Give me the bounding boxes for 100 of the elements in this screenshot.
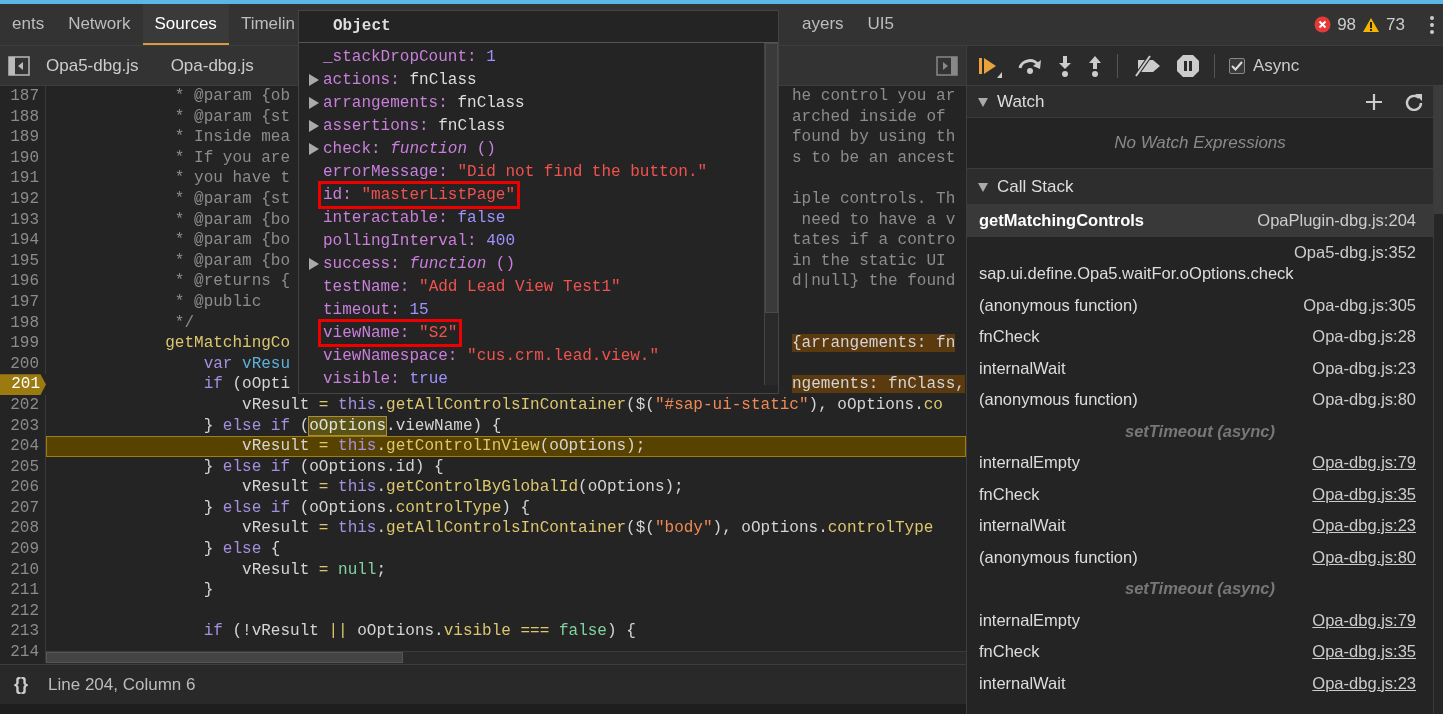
async-checkbox[interactable] [1229,57,1245,74]
add-icon[interactable] [1365,92,1383,111]
call-frame[interactable]: internalWait Opa-dbg.js:23 [967,352,1433,384]
source-link[interactable]: Opa-dbg.js:23 [1312,672,1416,694]
scrollbar-thumb[interactable] [46,652,403,663]
file-tab[interactable]: Opa5-dbg.js [30,52,155,79]
refresh-icon[interactable] [1405,92,1423,111]
line-number: 199 [0,333,46,354]
deactivate-breakpoints-icon[interactable] [1132,53,1162,78]
file-tab[interactable]: Opa-dbg.js [154,52,270,79]
more-menu-icon[interactable] [1429,14,1435,35]
line-number: 196 [0,271,46,292]
object-property: check: function () [322,138,497,160]
expand-icon[interactable] [307,95,321,110]
scrollbar-thumb[interactable] [765,43,778,313]
expand-icon[interactable] [307,118,321,133]
function-name: (anonymous function) [979,294,1138,316]
source-location: Opa5-dbg.js:352 [1294,241,1416,263]
code-line: iple controls. Th [791,188,957,210]
call-frame[interactable]: (anonymous function) Opa-dbg.js:80 [967,384,1433,416]
object-property: _stackDropCount: 1 [322,46,497,68]
line-number: 206 [0,477,46,498]
line-number: 211 [0,580,46,601]
call-frame[interactable]: internalWait Opa-dbg.js:23 [967,510,1433,542]
line-number: 210 [0,559,46,581]
source-link[interactable]: Opa-dbg.js:35 [1312,483,1416,505]
function-name: internalEmpty [979,609,1080,631]
source-link[interactable]: Opa-dbg.js:23 [1312,515,1416,537]
line-number: 192 [0,188,46,210]
source-location: Opa-dbg.js:23 [1312,357,1416,379]
call-frame[interactable]: fnCheck Opa-dbg.js:35 [967,478,1433,510]
line-number: 189 [0,127,46,148]
panel-tab[interactable]: ents [0,4,57,45]
code-line: } [202,580,214,601]
call-frame[interactable]: (anonymous function) Opa-dbg.js:80 [967,541,1433,573]
collapse-icon[interactable] [977,180,989,193]
line-number: 212 [0,600,46,622]
code-line: d|null} the found [791,271,957,292]
panel-tab[interactable]: Network [56,4,143,45]
expand-icon[interactable] [307,72,321,87]
popover-title: Object [299,11,778,43]
code-line: vResult = this.getAllControlsInContainer($("body"), oOptions.controlType [241,518,934,540]
code-line: var vResu [202,353,291,375]
code-line: arched inside of [791,106,947,128]
source-location: Opa-dbg.js:305 [1303,294,1416,316]
error-count: 98 [1337,13,1357,36]
panel-tab[interactable]: Sources [142,4,229,45]
sidebar-toggle-icon[interactable] [8,55,30,76]
source-location: Opa-dbg.js:28 [1312,326,1416,347]
call-frame[interactable]: getMatchingControls OpaPlugin-dbg.js:204 [967,205,1433,237]
expand-icon[interactable] [307,141,321,156]
step-into-icon[interactable] [1057,54,1073,77]
panel-tab[interactable]: ayers [790,4,856,45]
object-property: arrangements: fnClass [322,92,526,114]
code-line: * @param {st [173,188,291,210]
code-line: getMatchingCo [164,333,291,354]
source-link[interactable]: Opa-dbg.js:79 [1312,609,1416,631]
code-line: * @param {bo [173,230,291,251]
call-frame[interactable]: internalEmpty Opa-dbg.js:79 [967,447,1433,479]
source-link[interactable]: Opa-dbg.js:79 [1312,452,1416,474]
function-name: getMatchingControls [979,210,1144,231]
scrollbar-thumb[interactable] [1434,86,1443,214]
function-name: sap.ui.define.Opa5.waitFor.oOptions.check [979,263,1294,284]
error-icon [1314,16,1332,33]
line-number: 203 [0,415,46,437]
code-line: s to be an ancest [791,147,957,169]
pretty-print-button[interactable]: {} [12,671,30,698]
object-property: assertions: fnClass [322,115,507,137]
step-out-icon[interactable] [1087,54,1103,77]
empty-message: No Watch Expressions [1114,132,1286,155]
pause-on-exceptions-icon[interactable] [1176,53,1200,78]
code-line: vResult = null; [241,559,387,581]
collapse-icon[interactable] [977,95,989,108]
call-frame[interactable]: (anonymous function) Opa-dbg.js:305 [967,289,1433,321]
panel-tab[interactable]: UI5 [855,4,907,45]
line-number: 197 [0,291,46,313]
call-frame[interactable]: internalEmpty Opa-dbg.js:79 [967,604,1433,636]
function-name: internalEmpty [979,452,1080,473]
code-line: * @returns { [173,271,291,292]
function-name: fnCheck [979,326,1040,347]
call-frame[interactable]: fnCheck Opa-dbg.js:35 [967,636,1433,668]
line-number: 194 [0,230,46,251]
function-name: fnCheck [979,641,1040,662]
source-link[interactable]: Opa-dbg.js:80 [1312,546,1416,568]
code-line: tates if a contro [791,230,957,251]
call-frame[interactable]: internalWait Opa-dbg.js:23 [967,667,1433,699]
function-name: internalWait [979,515,1066,536]
code-line: } else if (oOptions.id) { [202,456,444,478]
code-line: need to have a v [800,209,957,231]
function-name: (anonymous function) [979,546,1138,568]
code-line: } else if (oOptions.controlType) { [202,497,531,519]
object-property: viewName: "S2" [321,321,460,344]
breakpoint-marker[interactable]: 201 [0,374,46,395]
sidebar-toggle-icon[interactable] [936,55,958,76]
line-number: 213 [0,621,46,643]
source-link[interactable]: Opa-dbg.js:35 [1312,641,1416,663]
line-number: 205 [0,456,46,478]
expand-icon[interactable] [307,256,321,271]
call-frame[interactable]: sap.ui.define.Opa5.waitFor.oOptions.check Opa5-dbg.js:352 [967,236,1433,290]
call-frame[interactable]: fnCheck Opa-dbg.js:28 [967,321,1433,353]
